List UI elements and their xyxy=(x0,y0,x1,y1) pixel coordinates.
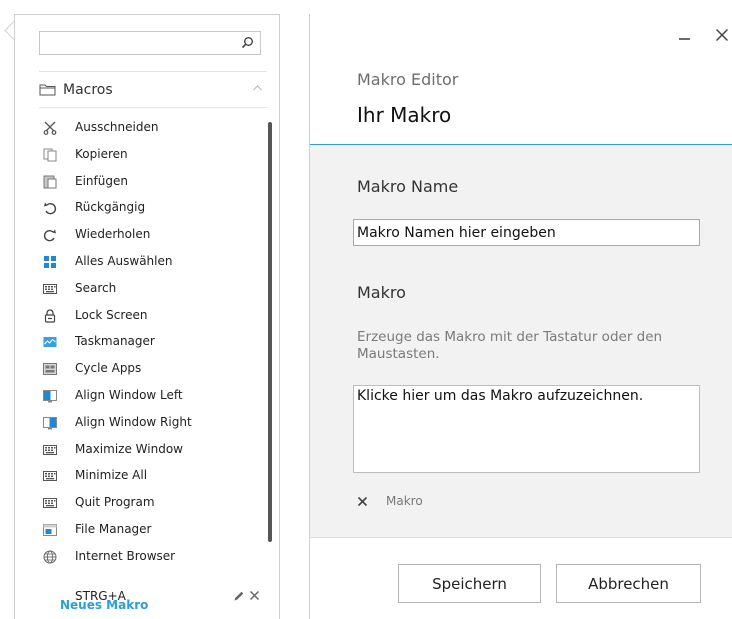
macro-item-label: Quit Program xyxy=(75,495,155,510)
search-icon[interactable] xyxy=(241,36,254,49)
macro-item-label: Ausschneiden xyxy=(75,120,159,134)
macro-item-ausschneiden[interactable]: Ausschneiden xyxy=(43,117,263,144)
new-macro-link[interactable]: Neues Makro xyxy=(60,598,148,612)
macro-record-area[interactable]: Klicke hier um das Makro aufzuzeichnen. xyxy=(353,385,700,473)
editor-title: Ihr Makro xyxy=(357,103,452,127)
align-left-icon xyxy=(43,389,57,403)
macro-item-file-manager[interactable]: File Manager xyxy=(43,519,263,546)
macro-item-taskmanager[interactable]: Taskmanager xyxy=(43,331,263,358)
macro-item-einfuegen[interactable]: Einfügen xyxy=(43,171,263,198)
redo-icon xyxy=(43,229,56,242)
macro-item-rueckgaengig[interactable]: Rückgängig xyxy=(43,197,263,224)
macro-item-label: Taskmanager xyxy=(75,334,155,349)
select-all-icon xyxy=(44,255,56,268)
close-icon[interactable] xyxy=(715,27,729,43)
section-header-macros[interactable]: Macros xyxy=(39,80,265,100)
minimize-icon[interactable] xyxy=(678,28,692,42)
undo-icon xyxy=(44,202,57,215)
keyboard-icon xyxy=(43,471,57,482)
section-title: Macros xyxy=(63,82,113,98)
macro-item-align-window-left[interactable]: Align Window Left xyxy=(43,385,263,412)
macro-name-input[interactable] xyxy=(353,219,700,246)
macro-item-maximize-window[interactable]: Maximize Window xyxy=(43,439,263,466)
macro-item-lock-screen[interactable]: Lock Screen xyxy=(43,305,263,332)
macro-item-label: Minimize All xyxy=(75,468,148,483)
globe-icon xyxy=(43,550,57,564)
keyboard-icon xyxy=(43,444,57,455)
search-input[interactable] xyxy=(39,31,261,55)
macro-item-label: Maximize Window xyxy=(75,441,183,456)
macro-item-label: Wiederholen xyxy=(75,227,151,242)
macro-item-label: Alles Auswählen xyxy=(75,253,173,268)
macro-section-label: Makro xyxy=(357,283,406,302)
editor-subtitle: Makro Editor xyxy=(357,70,459,89)
macro-list-panel: Macros Ausschneiden Kopieren Einfügen Rü… xyxy=(14,14,280,619)
folder-icon xyxy=(39,84,56,96)
macro-item-label: Align Window Left xyxy=(75,387,183,402)
align-right-icon xyxy=(43,416,57,430)
macro-editor-panel: Makro Editor Ihr Makro Makro Name Makro … xyxy=(309,14,732,619)
paste-icon xyxy=(43,175,57,189)
cancel-button[interactable]: Abbrechen xyxy=(556,564,701,603)
macro-item-cycle-apps[interactable]: Cycle Apps xyxy=(43,358,263,385)
macro-item-label: File Manager xyxy=(75,521,152,536)
file-manager-icon xyxy=(43,523,57,536)
macro-item-label: Lock Screen xyxy=(75,307,148,322)
macro-item-label: Kopieren xyxy=(75,146,128,161)
macro-hint-text: Erzeuge das Makro mit der Tastatur oder … xyxy=(357,329,663,362)
macro-item-alles-auswaehlen[interactable]: Alles Auswählen xyxy=(43,251,263,278)
macro-item-wiederholen[interactable]: Wiederholen xyxy=(43,224,263,251)
pencil-icon[interactable] xyxy=(233,590,245,602)
macro-item-label: Cycle Apps xyxy=(75,361,142,376)
keyboard-icon xyxy=(43,498,57,509)
close-icon[interactable] xyxy=(249,590,260,601)
macro-chip-label: Makro xyxy=(386,494,423,508)
keyboard-icon xyxy=(43,283,57,294)
macro-item-label: Einfügen xyxy=(75,173,128,188)
macro-item-align-window-right[interactable]: Align Window Right xyxy=(43,412,263,439)
macro-item-label: Internet Browser xyxy=(75,548,176,563)
copy-icon xyxy=(43,148,57,162)
cycle-apps-icon xyxy=(43,363,57,376)
macro-list: Ausschneiden Kopieren Einfügen Rückgängi… xyxy=(43,117,263,573)
macro-item-label: Align Window Right xyxy=(75,414,192,429)
scissors-icon xyxy=(43,121,57,135)
list-scrollbar[interactable] xyxy=(268,122,272,542)
remove-key-icon[interactable] xyxy=(357,496,368,507)
macro-item-internet-browser[interactable]: Internet Browser xyxy=(43,546,263,573)
macro-item-label: Rückgängig xyxy=(75,200,146,215)
save-button[interactable]: Speichern xyxy=(398,564,541,603)
macro-item-minimize-all[interactable]: Minimize All xyxy=(43,465,263,492)
chevron-up-icon[interactable] xyxy=(252,84,263,92)
lock-icon xyxy=(44,309,56,323)
divider xyxy=(39,71,267,72)
divider xyxy=(39,107,267,108)
macro-item-label: Search xyxy=(75,280,117,295)
macro-name-label: Makro Name xyxy=(357,177,459,196)
macro-item-quit-program[interactable]: Quit Program xyxy=(43,492,263,519)
macro-item-search[interactable]: Search xyxy=(43,278,263,305)
macro-item-kopieren[interactable]: Kopieren xyxy=(43,144,263,171)
footer-divider xyxy=(310,537,732,538)
taskmanager-icon xyxy=(43,337,57,348)
